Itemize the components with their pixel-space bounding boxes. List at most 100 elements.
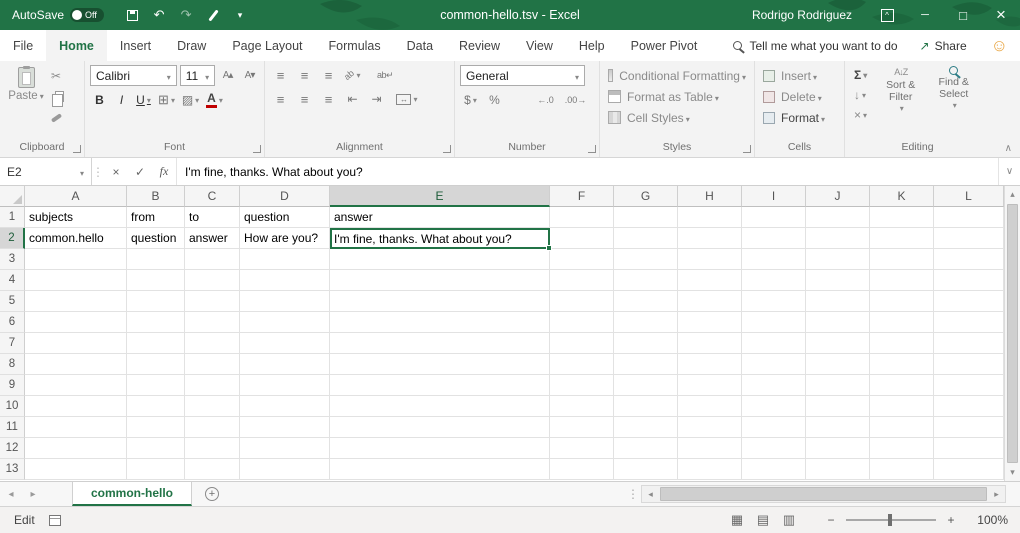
cell-F3[interactable]	[550, 249, 614, 270]
maximize-button[interactable]	[944, 0, 982, 30]
cell-I6[interactable]	[742, 312, 806, 333]
row-header-9[interactable]: 9	[0, 375, 25, 396]
cell-F6[interactable]	[550, 312, 614, 333]
zoom-level[interactable]: 100%	[972, 513, 1008, 527]
cell-A1[interactable]: subjects	[25, 207, 127, 228]
middle-align-button[interactable]	[294, 65, 315, 85]
tab-insert[interactable]: Insert	[107, 30, 164, 61]
cell-A3[interactable]	[25, 249, 127, 270]
cell-B3[interactable]	[127, 249, 185, 270]
increase-font-size-button[interactable]	[218, 66, 237, 86]
cell-J8[interactable]	[806, 354, 870, 375]
align-right-button[interactable]	[318, 89, 339, 109]
row-header-8[interactable]: 8	[0, 354, 25, 375]
top-align-button[interactable]	[270, 65, 291, 85]
cell-D13[interactable]	[240, 459, 330, 480]
format-cells-button[interactable]: Format	[760, 107, 839, 128]
cell-E13[interactable]	[330, 459, 550, 480]
cell-C2[interactable]: answer	[185, 228, 240, 249]
merge-center-button[interactable]: ↔	[390, 89, 424, 109]
autosum-button[interactable]: Σ	[850, 65, 871, 85]
redo-button[interactable]	[174, 3, 198, 27]
cell-C5[interactable]	[185, 291, 240, 312]
formula-bar-splitter[interactable]	[92, 158, 104, 185]
cell-K8[interactable]	[870, 354, 934, 375]
cell-J11[interactable]	[806, 417, 870, 438]
cell-F8[interactable]	[550, 354, 614, 375]
close-button[interactable]	[982, 0, 1020, 30]
cell-F7[interactable]	[550, 333, 614, 354]
column-header-B[interactable]: B	[127, 186, 185, 207]
scroll-left-button[interactable]	[642, 486, 659, 502]
cell-A8[interactable]	[25, 354, 127, 375]
cell-L6[interactable]	[934, 312, 1004, 333]
cell-E10[interactable]	[330, 396, 550, 417]
cell-K3[interactable]	[870, 249, 934, 270]
number-format-combobox[interactable]: General	[460, 65, 585, 86]
cell-K7[interactable]	[870, 333, 934, 354]
column-header-K[interactable]: K	[870, 186, 934, 207]
cell-F4[interactable]	[550, 270, 614, 291]
decrease-font-size-button[interactable]	[240, 66, 259, 86]
macro-record-icon[interactable]	[49, 515, 61, 526]
cell-A11[interactable]	[25, 417, 127, 438]
tab-draw[interactable]: Draw	[164, 30, 219, 61]
accounting-format-button[interactable]	[460, 90, 481, 110]
tab-file[interactable]: File	[0, 30, 46, 61]
cell-I4[interactable]	[742, 270, 806, 291]
cell-G4[interactable]	[614, 270, 678, 291]
cell-E6[interactable]	[330, 312, 550, 333]
cell-I2[interactable]	[742, 228, 806, 249]
cell-L4[interactable]	[934, 270, 1004, 291]
cell-E5[interactable]	[330, 291, 550, 312]
customize-qat-button[interactable]	[228, 3, 252, 27]
column-header-G[interactable]: G	[614, 186, 678, 207]
cell-E1[interactable]: answer	[330, 207, 550, 228]
feedback-button[interactable]	[979, 30, 1020, 61]
cell-K6[interactable]	[870, 312, 934, 333]
fill-button[interactable]: ↓	[850, 85, 871, 105]
cell-J7[interactable]	[806, 333, 870, 354]
cell-E2[interactable]: I'm fine, thanks. What about you?	[330, 228, 550, 249]
cell-J3[interactable]	[806, 249, 870, 270]
next-sheet-button[interactable]	[22, 482, 44, 506]
cell-K12[interactable]	[870, 438, 934, 459]
row-header-12[interactable]: 12	[0, 438, 25, 459]
underline-button[interactable]: U	[134, 90, 153, 110]
percent-style-button[interactable]	[484, 90, 505, 110]
cell-A9[interactable]	[25, 375, 127, 396]
cell-L9[interactable]	[934, 375, 1004, 396]
cell-F11[interactable]	[550, 417, 614, 438]
cell-J9[interactable]	[806, 375, 870, 396]
sort-filter-button[interactable]: Sort & Filter	[877, 65, 924, 140]
cell-C3[interactable]	[185, 249, 240, 270]
format-painter-button[interactable]	[47, 107, 68, 128]
cell-H11[interactable]	[678, 417, 742, 438]
cell-A6[interactable]	[25, 312, 127, 333]
cell-styles-button[interactable]: Cell Styles	[605, 107, 749, 128]
cell-G7[interactable]	[614, 333, 678, 354]
font-color-button[interactable]: A	[204, 90, 225, 110]
new-sheet-button[interactable]: +	[192, 482, 232, 506]
vertical-scrollbar[interactable]	[1004, 186, 1020, 481]
cell-L13[interactable]	[934, 459, 1004, 480]
tab-review[interactable]: Review	[446, 30, 513, 61]
font-dialog-launcher-icon[interactable]	[253, 145, 261, 153]
format-as-table-button[interactable]: Format as Table	[605, 86, 749, 107]
cell-A2[interactable]: common.hello	[25, 228, 127, 249]
cell-C6[interactable]	[185, 312, 240, 333]
page-layout-view-button[interactable]	[750, 509, 776, 531]
cell-H9[interactable]	[678, 375, 742, 396]
cell-C10[interactable]	[185, 396, 240, 417]
cell-A7[interactable]	[25, 333, 127, 354]
tab-view[interactable]: View	[513, 30, 566, 61]
cell-D5[interactable]	[240, 291, 330, 312]
cell-E8[interactable]	[330, 354, 550, 375]
cell-F13[interactable]	[550, 459, 614, 480]
tab-help[interactable]: Help	[566, 30, 618, 61]
row-header-6[interactable]: 6	[0, 312, 25, 333]
cell-C1[interactable]: to	[185, 207, 240, 228]
cell-A10[interactable]	[25, 396, 127, 417]
number-dialog-launcher-icon[interactable]	[588, 145, 596, 153]
cell-B6[interactable]	[127, 312, 185, 333]
